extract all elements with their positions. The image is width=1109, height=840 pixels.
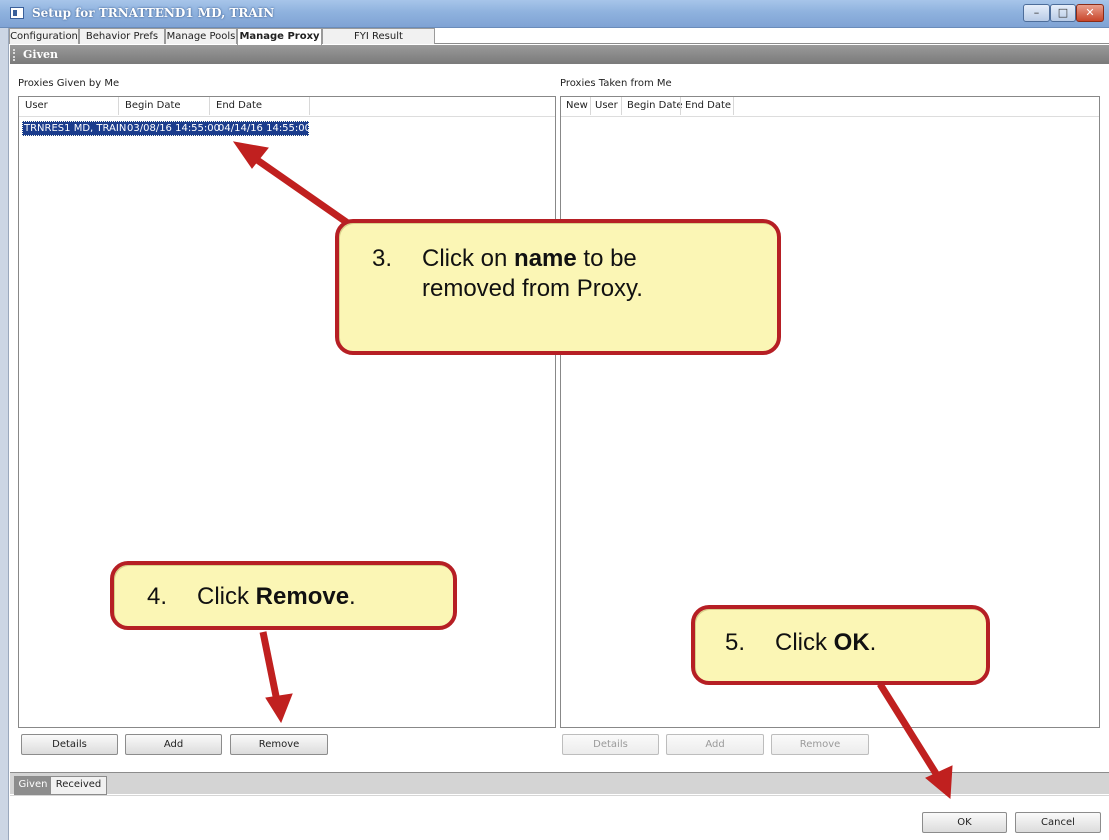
annotation-arrows xyxy=(232,141,953,800)
callout-3-line2: removed from Proxy. xyxy=(422,275,643,302)
callout-3-line1: Click on name to be xyxy=(422,245,637,272)
arrow-to-name-row xyxy=(248,152,354,229)
arrowhead-ok xyxy=(925,765,953,800)
arrow-to-ok xyxy=(877,682,943,782)
arrowhead-remove xyxy=(265,693,293,724)
callout-step-3: 3. Click on name to be removed from Prox… xyxy=(335,219,781,355)
callout-4-text: Click Remove. xyxy=(197,583,356,610)
arrow-to-remove xyxy=(259,631,282,707)
callout-3-number: 3. xyxy=(372,245,393,272)
callout-4-number: 4. xyxy=(147,583,168,610)
callout-step-4: 4. Click Remove. xyxy=(110,561,457,630)
callout-5-text: Click OK. xyxy=(775,629,877,656)
callout-5-number: 5. xyxy=(725,629,746,656)
callout-step-5: 5. Click OK. xyxy=(691,605,990,685)
